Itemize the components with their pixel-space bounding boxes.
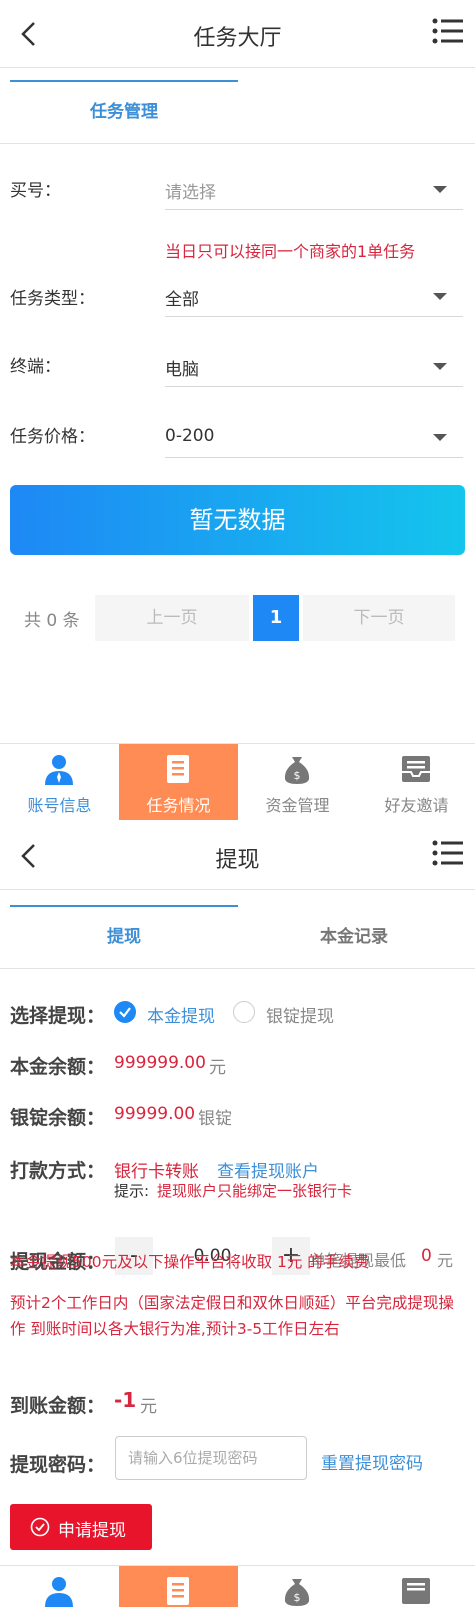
price-value: 0-200 <box>165 426 215 446</box>
page-title: 提现 <box>215 848 260 873</box>
page-title: 任务大厅 <box>193 26 282 51</box>
svg-text:$: $ <box>294 1591 301 1604</box>
task-type-select[interactable]: 全部 <box>165 275 463 317</box>
withdraw-password-label: 提现密码： <box>10 1454 106 1476</box>
terminal-label: 终端： <box>10 357 61 377</box>
payment-method-value: 银行卡转账 <box>114 1162 199 1182</box>
nav-account-info[interactable] <box>0 1566 119 1607</box>
account-select-value: 请选择 <box>165 183 216 203</box>
fee-notice: 本金提现500元及以下操作平台将收取 1元 的手续费 <box>10 1253 370 1271</box>
tab-withdraw[interactable]: 提现 <box>10 905 238 969</box>
select-withdraw-label: 选择提现： <box>10 1005 106 1027</box>
principal-balance-value: 999999.00 <box>114 1053 206 1073</box>
tab-principal-records[interactable]: 本金记录 <box>240 905 468 969</box>
principal-balance-label: 本金余额： <box>10 1056 106 1078</box>
option-principal[interactable]: 本金提现 <box>147 1002 215 1027</box>
nav-account-info[interactable]: 账号信息 <box>0 744 119 820</box>
header-task-hall: 任务大厅 <box>0 0 475 68</box>
apply-button-label: 申请提现 <box>58 1521 126 1541</box>
received-amount-value: -1 <box>114 1388 137 1412</box>
price-label: 任务价格： <box>10 427 95 447</box>
nav-friend-invite[interactable] <box>357 1566 475 1607</box>
bottom-nav: 账号信息 任务情况 $ 资金管理 好友邀请 <box>0 743 475 820</box>
ingot-balance-label: 银锭余额： <box>10 1107 106 1129</box>
ingot-balance-value: 99999.00 <box>114 1104 196 1124</box>
task-type-label: 任务类型： <box>10 289 95 309</box>
menu-list-icon[interactable] <box>431 14 465 48</box>
nav-label: 账号信息 <box>27 796 92 815</box>
pager-total: 共 0 条 <box>24 611 80 631</box>
time-notice: 预计2个工作日内（国家法定假日和双休日顺延）平台完成提现操作 到账时间以各大银行… <box>10 1294 454 1338</box>
bottom-nav-partial: $ <box>0 1565 475 1607</box>
reset-password-link[interactable]: 重置提现密码 <box>321 1449 423 1474</box>
nav-fund-management[interactable]: $ <box>238 1566 357 1607</box>
withdraw-password-input[interactable]: 请输入6位提现密码 <box>115 1436 307 1480</box>
tab-task-management[interactable]: 任务管理 <box>10 80 238 144</box>
account-label: 买号： <box>10 181 61 201</box>
tab-bar: 提现 本金记录 <box>0 905 475 969</box>
received-amount-label: 到账金额： <box>10 1395 106 1417</box>
tip-prefix: 提示: <box>114 1182 150 1200</box>
view-account-link[interactable]: 查看提现账户 <box>217 1157 319 1182</box>
nav-fund-management[interactable]: $ 资金管理 <box>238 744 357 820</box>
terminal-select[interactable]: 电脑 <box>165 345 463 387</box>
nav-task-status[interactable] <box>119 1566 238 1607</box>
svg-text:$: $ <box>294 769 301 782</box>
nav-task-status[interactable]: 任务情况 <box>119 744 238 820</box>
money-bag-icon: $ <box>284 1579 310 1606</box>
check-icon <box>119 1007 131 1018</box>
radio-principal-checked[interactable] <box>114 1001 136 1023</box>
principal-balance-unit: 元 <box>209 1058 226 1078</box>
clipboard-icon <box>167 755 189 783</box>
nav-label: 任务情况 <box>146 796 211 815</box>
account-select[interactable]: 请选择 <box>165 168 463 210</box>
caret-down-icon <box>433 434 447 441</box>
payment-method-label: 打款方式： <box>10 1160 106 1182</box>
inbox-icon <box>402 756 430 782</box>
caret-down-icon <box>433 293 447 300</box>
inbox-icon <box>402 1578 430 1604</box>
ingot-balance-unit: 银锭 <box>198 1109 232 1129</box>
warning-text: 当日只可以接同一个商家的1单任务 <box>165 242 416 261</box>
header-withdraw: 提现 <box>0 822 475 890</box>
check-circle-icon <box>30 1517 50 1537</box>
pager-page-button[interactable]: 1 <box>253 595 299 641</box>
apply-withdraw-button[interactable]: 申请提现 <box>10 1504 152 1550</box>
received-amount-unit: 元 <box>140 1397 157 1417</box>
caret-down-icon <box>433 186 447 193</box>
money-bag-icon: $ <box>284 757 310 784</box>
nav-label: 好友邀请 <box>384 796 449 815</box>
pager-prev-button[interactable]: 上一页 <box>95 595 249 641</box>
user-icon <box>45 1577 73 1607</box>
clipboard-icon <box>167 1577 189 1605</box>
task-type-value: 全部 <box>165 290 199 310</box>
tip-text: 提现账户只能绑定一张银行卡 <box>157 1182 353 1200</box>
user-icon <box>45 755 73 785</box>
price-select[interactable]: 0-200 <box>165 416 463 458</box>
option-ingot[interactable]: 银锭提现 <box>266 1002 334 1027</box>
nav-label: 资金管理 <box>265 796 330 815</box>
tab-bar: 任务管理 <box>0 80 475 144</box>
menu-list-icon[interactable] <box>431 836 465 870</box>
terminal-value: 电脑 <box>165 360 199 380</box>
pager-next-button[interactable]: 下一页 <box>303 595 455 641</box>
caret-down-icon <box>433 363 447 370</box>
nav-friend-invite[interactable]: 好友邀请 <box>357 744 475 820</box>
radio-ingot[interactable] <box>233 1001 255 1023</box>
no-data-banner: 暂无数据 <box>10 485 465 555</box>
